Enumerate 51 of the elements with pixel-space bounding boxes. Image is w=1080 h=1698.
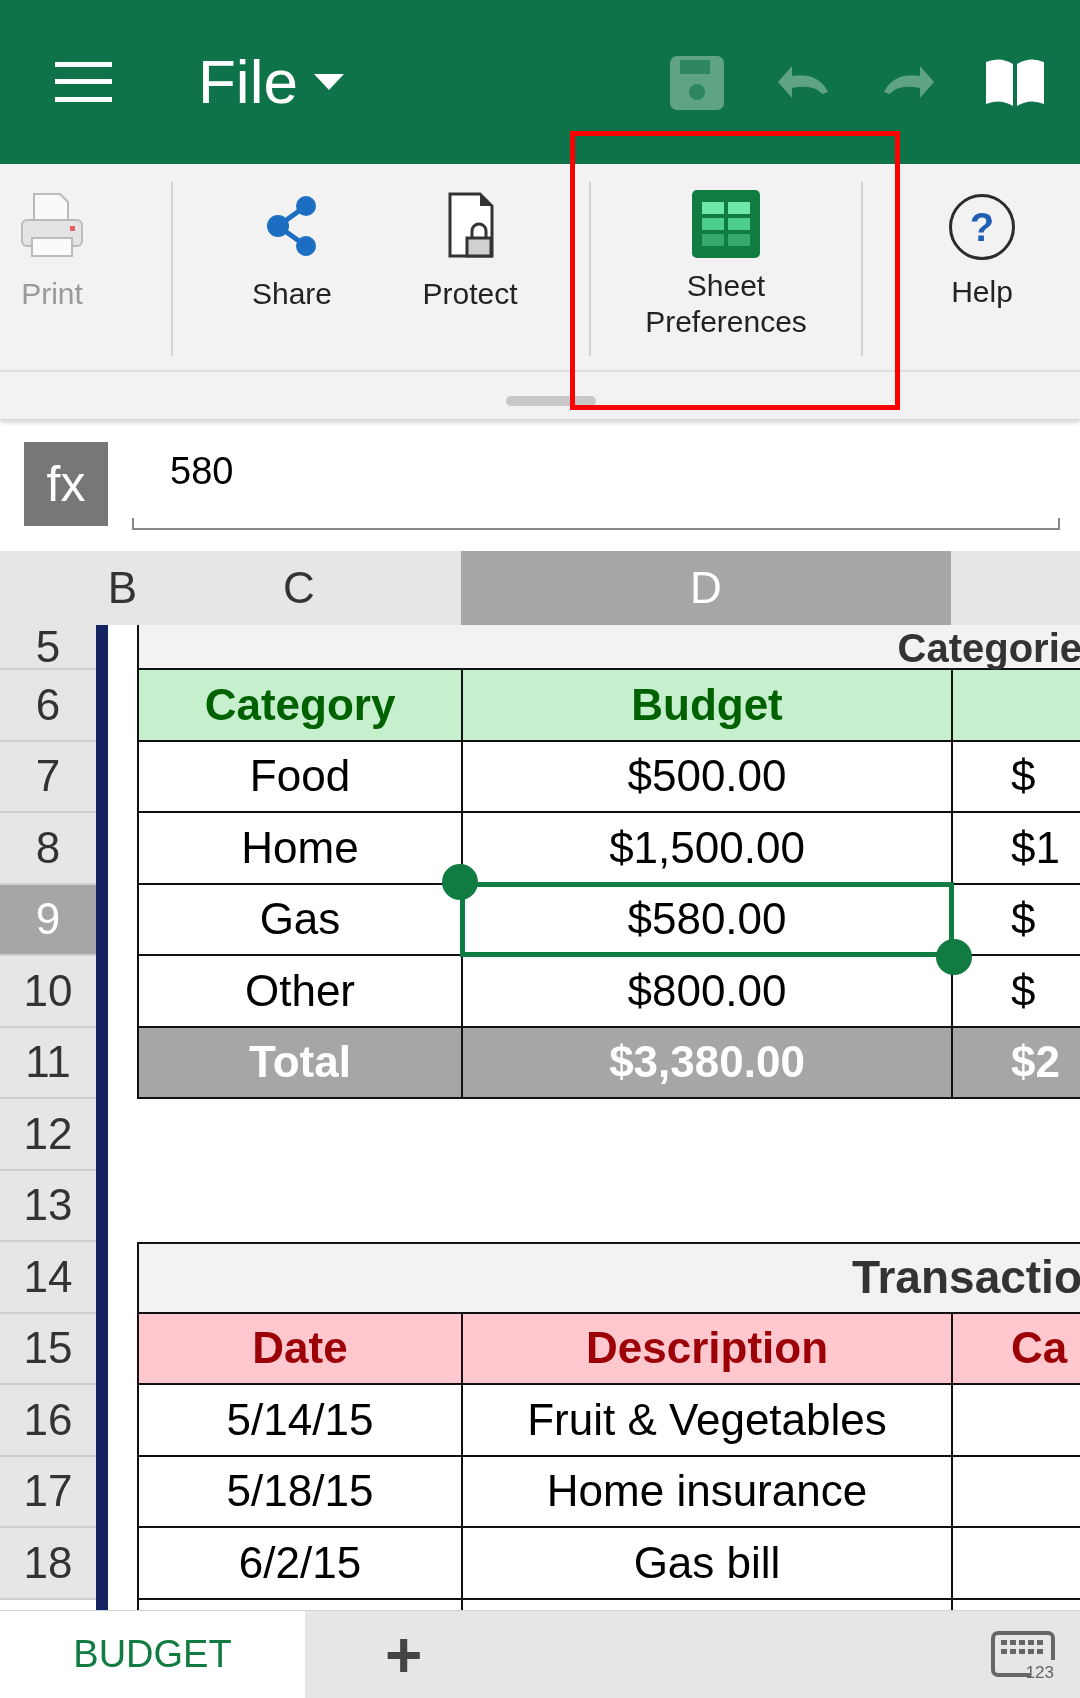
ribbon-button[interactable]: Protect [390, 164, 550, 370]
row-header[interactable]: 10 [0, 956, 96, 1028]
title-cell: Transactio [137, 1242, 1080, 1314]
ribbon-button[interactable]: Sheet Preferences [612, 164, 840, 370]
table-cell: Fruit & Vegetables [461, 1385, 951, 1457]
table-cell: 6/2/15 [137, 1528, 461, 1600]
row-header[interactable]: 17 [0, 1456, 96, 1528]
table-cell: Food [137, 741, 461, 813]
row-header[interactable]: 18 [0, 1528, 96, 1600]
header-cell: Ca [951, 1313, 1080, 1385]
row-header[interactable]: 11 [0, 1027, 96, 1099]
header-cell: Description [461, 1313, 951, 1385]
column-header[interactable]: B [96, 551, 137, 625]
table-cell: 5/14/15 [137, 1385, 461, 1457]
header-cell: Budget [461, 670, 951, 742]
scroll-handle[interactable] [506, 396, 596, 406]
table-cell: $ [951, 741, 1080, 813]
table-cell: $580.00 [461, 884, 951, 956]
ribbon-button[interactable]: Share [200, 164, 384, 370]
total-cell: $2 [951, 1027, 1080, 1099]
sheet-grid-icon [690, 188, 762, 260]
caret-icon [313, 74, 344, 90]
row-header[interactable]: 12 [0, 1099, 96, 1171]
add-sheet-button[interactable]: + [373, 1611, 435, 1698]
row-header[interactable]: 14 [0, 1242, 96, 1314]
sheet-tab[interactable]: BUDGET [0, 1611, 305, 1698]
table-cell: $1 [951, 813, 1080, 885]
row-header[interactable]: 15 [0, 1313, 96, 1385]
help-icon: ? [949, 194, 1015, 260]
row-header[interactable]: 16 [0, 1385, 96, 1457]
row-header[interactable]: 13 [0, 1170, 96, 1242]
header-cell: Date [137, 1313, 461, 1385]
column-header[interactable]: C [137, 551, 461, 625]
ribbon-button[interactable]: ? Help [920, 164, 1044, 370]
row-header[interactable]: 5 [0, 625, 96, 670]
table-cell: 5/18/15 [137, 1456, 461, 1528]
header-cell: Category [137, 670, 461, 742]
total-cell: Total [137, 1027, 461, 1099]
row-header[interactable]: 8 [0, 813, 96, 885]
function-button[interactable]: fx [24, 442, 108, 526]
selection-handle[interactable] [442, 863, 478, 900]
total-cell: $3,380.00 [461, 1027, 951, 1099]
row-header[interactable]: 6 [0, 670, 96, 742]
file-menu[interactable]: File [198, 51, 344, 113]
selection-handle[interactable] [936, 939, 972, 975]
menu-icon[interactable] [55, 62, 112, 102]
table-cell: Home insurance [461, 1456, 951, 1528]
table-cell: Gas bill [461, 1528, 951, 1600]
row-header[interactable]: 7 [0, 741, 96, 813]
table-cell: $500.00 [461, 741, 951, 813]
table-cell: $ [951, 884, 1080, 956]
